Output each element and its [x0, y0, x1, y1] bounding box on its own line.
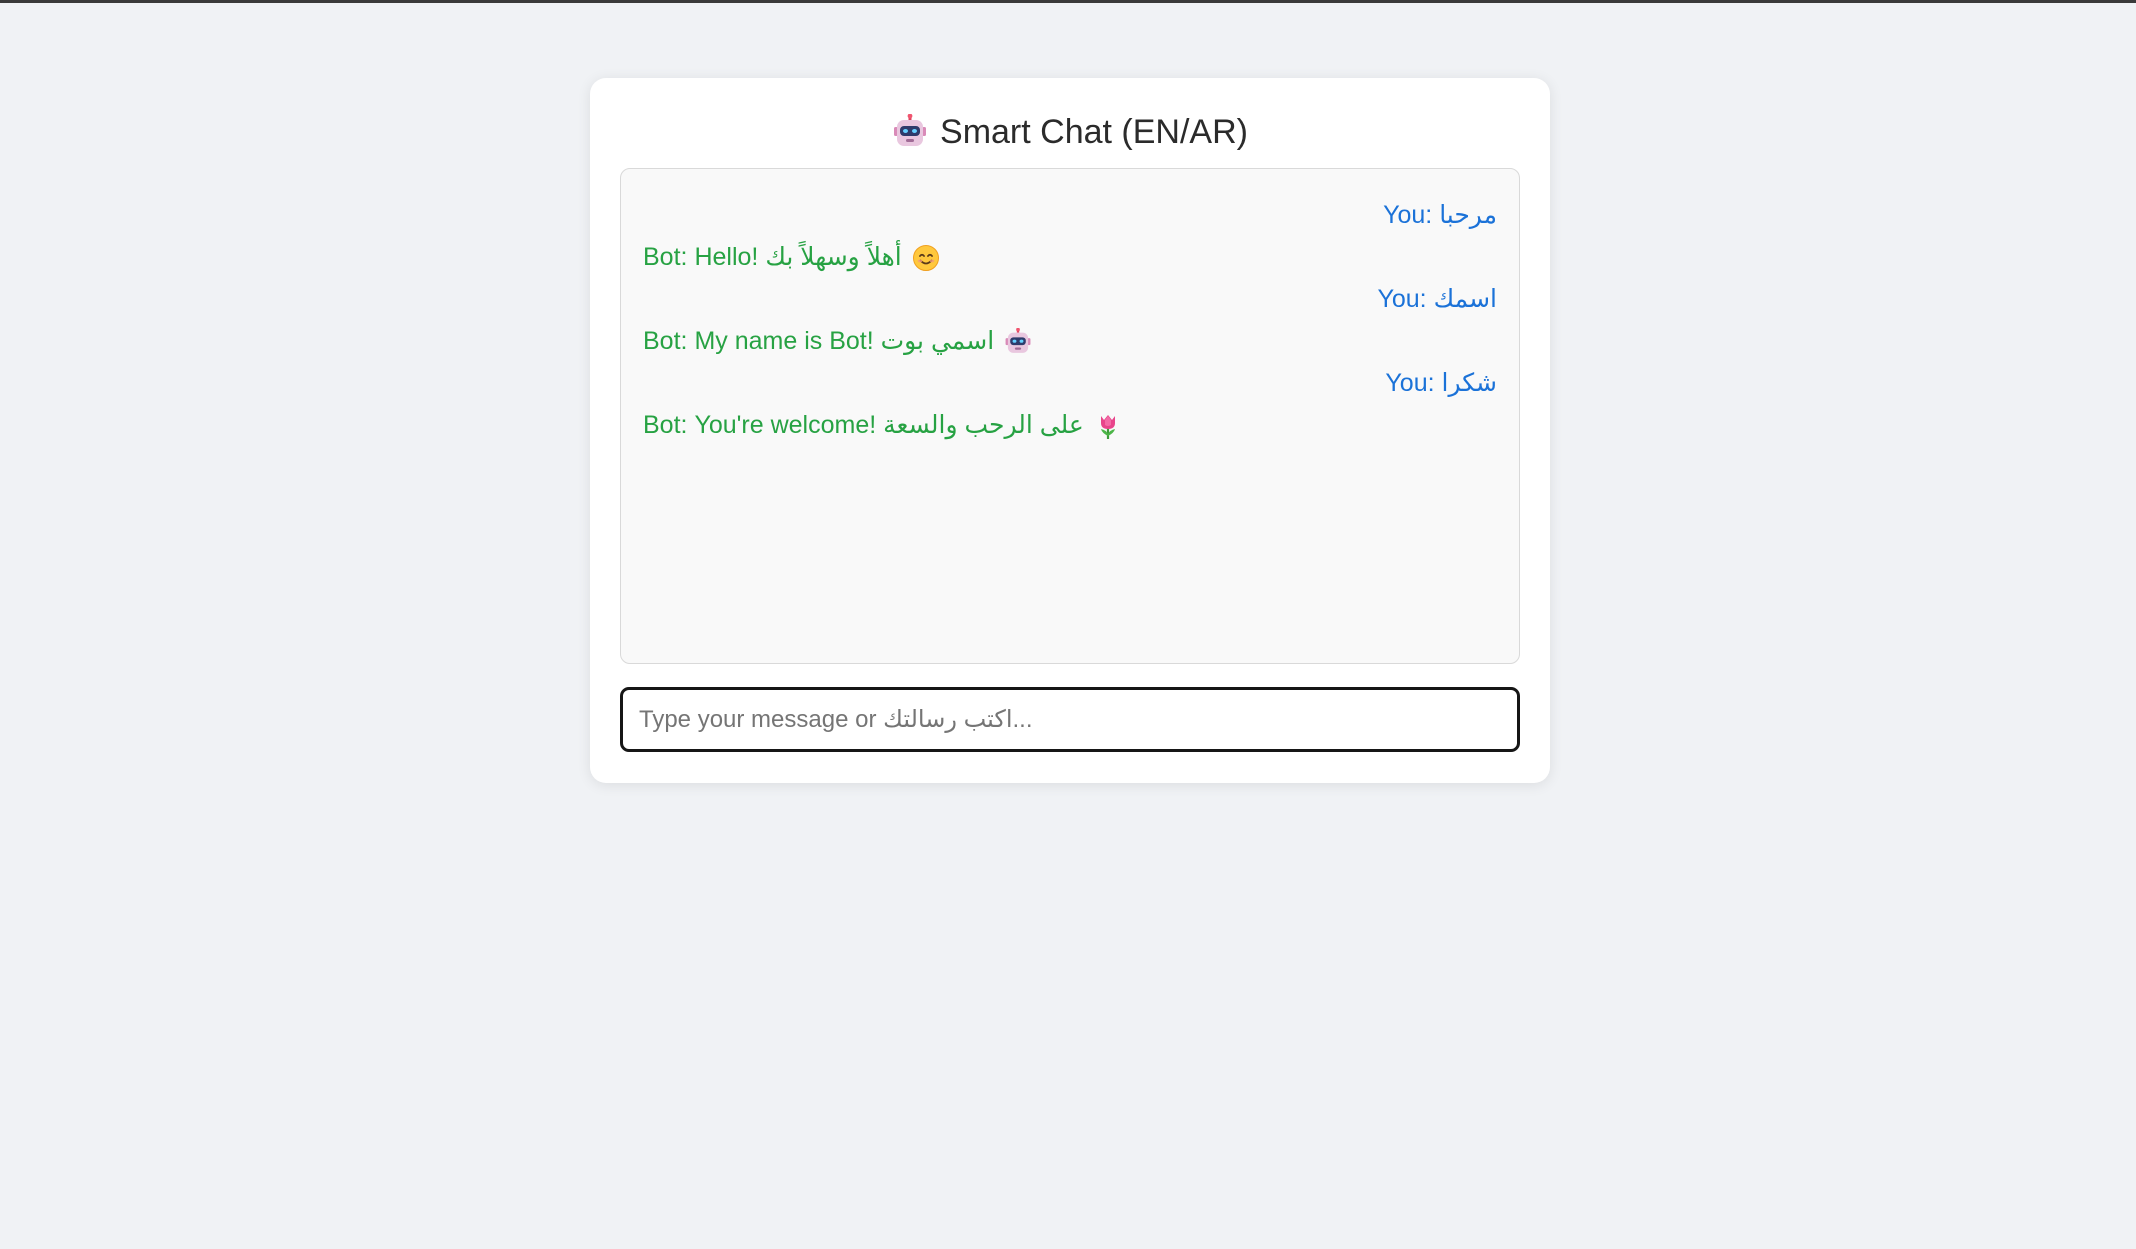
- message-input-container: [620, 687, 1520, 752]
- bot-message: Bot: You're welcome! على الرحب والسعة: [643, 407, 1497, 449]
- message-sender: You:: [1377, 285, 1427, 313]
- message-sender: Bot:: [643, 243, 688, 271]
- page-title: Smart Chat (EN/AR): [940, 112, 1248, 151]
- window-top-edge: [0, 0, 2136, 3]
- chat-log[interactable]: You: مرحبا Bot: Hello! أهلاً وسهلاً بك You…: [620, 168, 1520, 664]
- robot-icon: [894, 114, 927, 146]
- message-sender: You:: [1385, 369, 1435, 397]
- message-text: You're welcome! على الرحب والسعة: [694, 411, 1084, 439]
- smiling-face-icon: [912, 244, 940, 272]
- message-sender: Bot:: [643, 327, 688, 355]
- message-input[interactable]: [623, 690, 1517, 749]
- message-text: شكرا: [1441, 369, 1498, 397]
- message-sender: You:: [1383, 201, 1433, 229]
- message-text: My name is Bot! اسمي بوت: [694, 327, 995, 355]
- user-message: You: شكرا: [643, 365, 1497, 407]
- chat-card: Smart Chat (EN/AR) You: مرحبا Bot: Hello!…: [590, 78, 1550, 783]
- message-text: مرحبا: [1439, 201, 1497, 229]
- user-message: You: اسمك: [643, 281, 1497, 323]
- robot-icon: [1004, 328, 1032, 356]
- user-message: You: مرحبا: [643, 197, 1497, 239]
- message-text: اسمك: [1433, 285, 1497, 313]
- header: Smart Chat (EN/AR): [590, 108, 1550, 156]
- bot-message: Bot: Hello! أهلاً وسهلاً بك: [643, 239, 1497, 281]
- bot-message: Bot: My name is Bot! اسمي بوت: [643, 323, 1497, 365]
- tulip-icon: [1094, 412, 1122, 440]
- message-sender: Bot:: [643, 411, 688, 439]
- message-text: Hello! أهلاً وسهلاً بك: [694, 243, 902, 271]
